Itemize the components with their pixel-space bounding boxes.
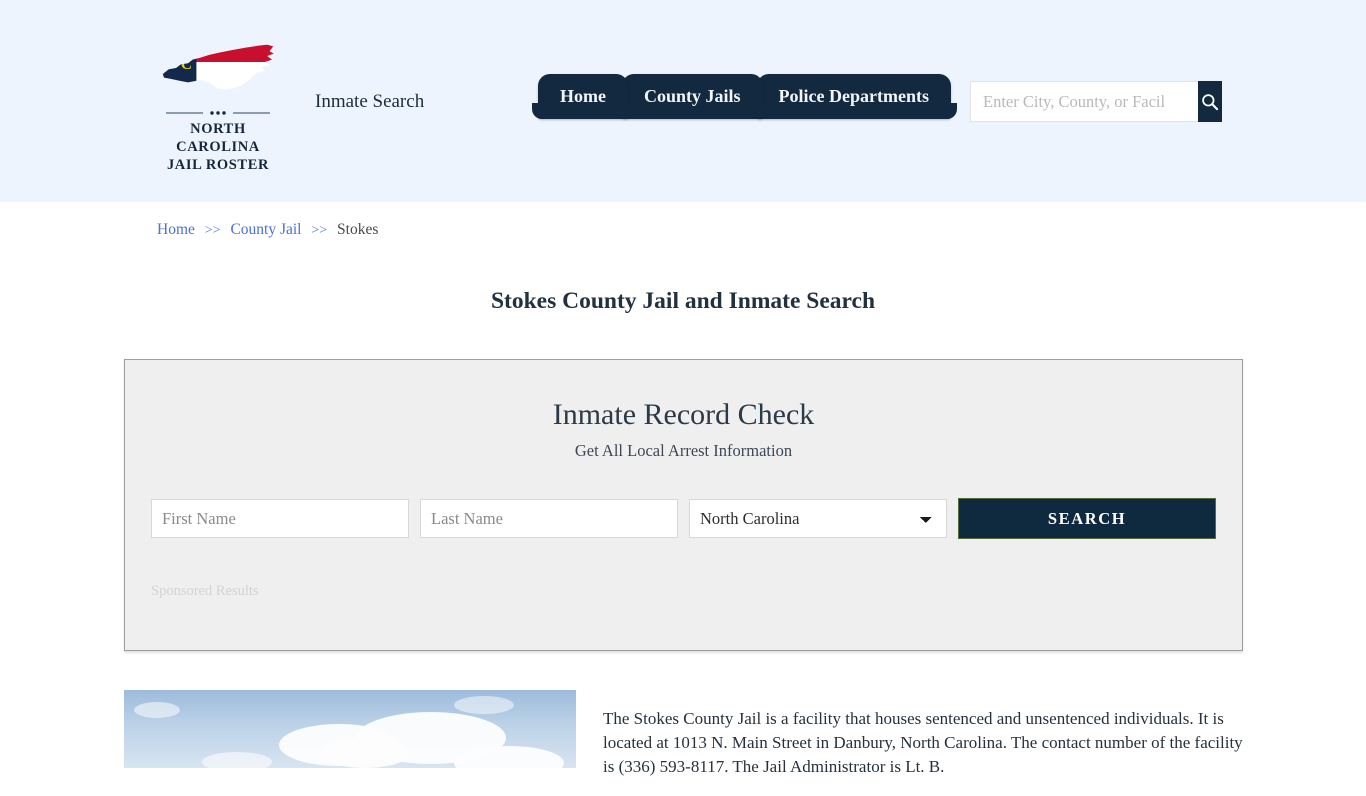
page-title: Stokes County Jail and Inmate Search: [490, 287, 876, 314]
site-header: C NORTH CAROLINA JAIL ROSTER Inmate Sear…: [0, 0, 1366, 202]
header-search: [970, 81, 1222, 122]
cloud-shape: [134, 702, 180, 718]
breadcrumb-item-home[interactable]: Home: [157, 221, 195, 238]
logo-divider-icon: [166, 111, 270, 115]
logo-line-2: JAIL ROSTER: [166, 157, 270, 174]
site-tagline: Inmate Search: [315, 91, 425, 112]
inmate-record-check-panel: Inmate Record Check Get All Local Arrest…: [124, 359, 1243, 651]
header-search-button[interactable]: [1198, 81, 1222, 122]
inmate-search-form: North Carolina SEARCH: [151, 498, 1216, 539]
panel-heading: Inmate Record Check: [552, 398, 815, 431]
header-search-input[interactable]: [970, 81, 1198, 122]
site-logo[interactable]: C NORTH CAROLINA JAIL ROSTER: [148, 38, 288, 174]
jail-description: The Stokes County Jail is a facility tha…: [603, 709, 1243, 776]
breadcrumb: Home >> County Jail >> Stokes: [157, 221, 378, 239]
north-carolina-map-icon: C: [162, 44, 274, 90]
nav-tab-home[interactable]: Home: [532, 74, 634, 119]
breadcrumb-item-current: Stokes: [337, 221, 379, 238]
jail-photo: [124, 690, 576, 768]
inmate-search-button[interactable]: SEARCH: [958, 498, 1216, 539]
breadcrumb-item-county-jail[interactable]: County Jail: [230, 221, 301, 238]
search-icon: [1202, 93, 1219, 110]
panel-subheading: Get All Local Arrest Information: [574, 441, 793, 460]
main-navigation: Home County Jails Police Departments: [532, 74, 958, 119]
breadcrumb-separator: >>: [204, 223, 221, 238]
logo-line-1: NORTH CAROLINA: [176, 121, 260, 156]
state-select[interactable]: North Carolina: [689, 499, 947, 538]
nav-tab-police-departments[interactable]: Police Departments: [750, 74, 958, 119]
cloud-shape: [454, 696, 514, 714]
last-name-input[interactable]: [420, 499, 678, 538]
first-name-input[interactable]: [151, 499, 409, 538]
breadcrumb-separator: >>: [311, 223, 328, 238]
svg-text:C: C: [181, 56, 192, 73]
jail-info-section: The Stokes County Jail is a facility tha…: [124, 690, 1243, 796]
cloud-shape: [202, 752, 272, 768]
nav-tab-county-jails[interactable]: County Jails: [616, 74, 769, 119]
sponsored-results-label: Sponsored Results: [151, 583, 259, 599]
